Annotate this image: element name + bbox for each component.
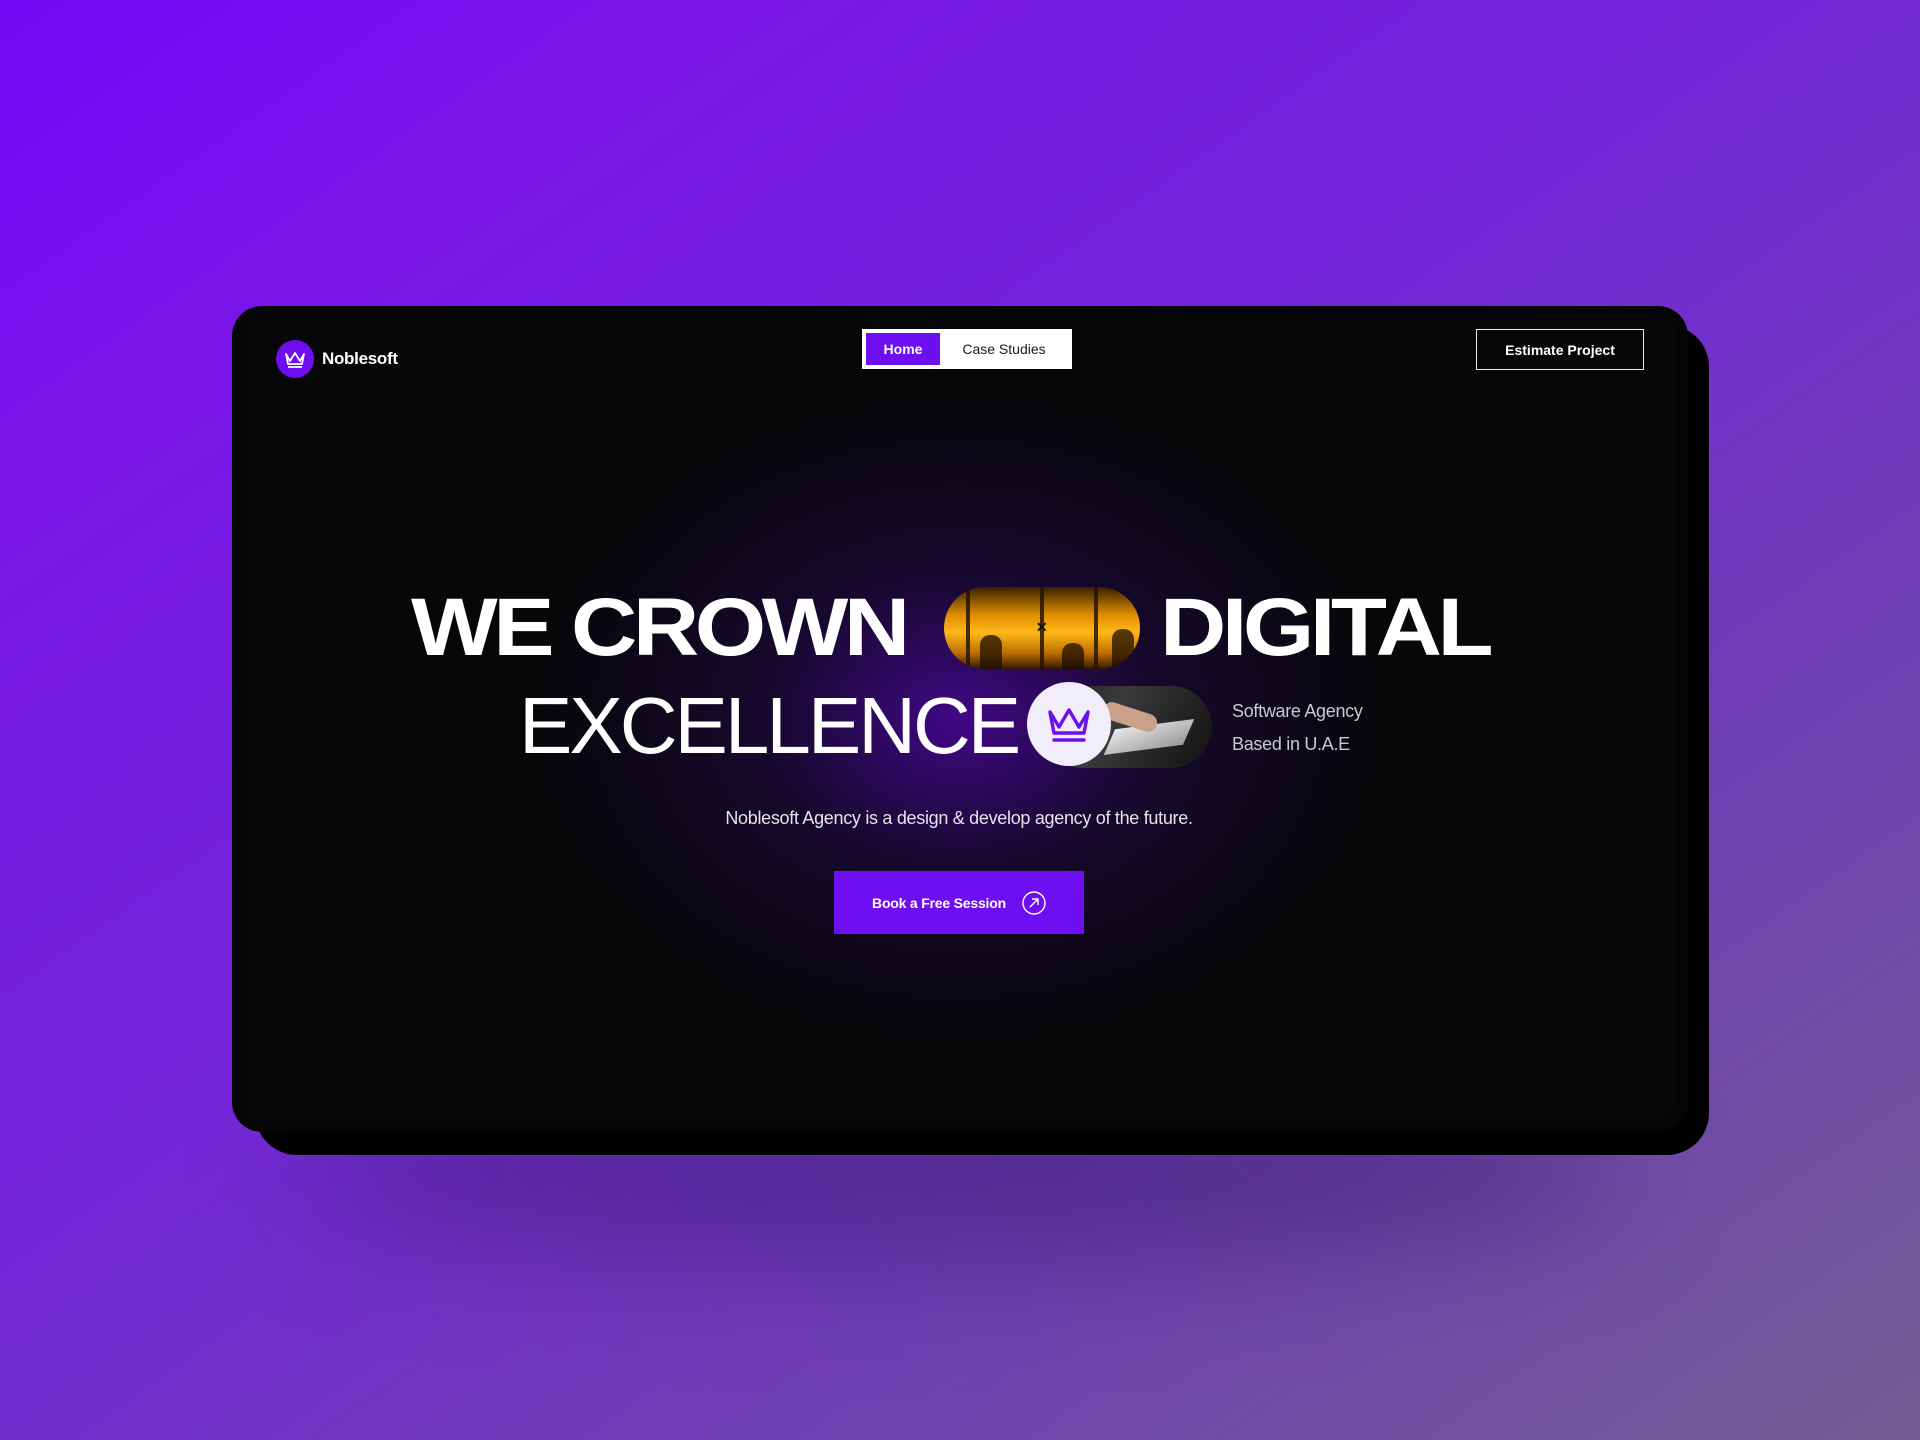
- nav-item-home[interactable]: Home: [866, 333, 940, 365]
- headline-line-1: WE CROWN ✕ DIGITAL: [242, 583, 1676, 673]
- nav-item-case-studies[interactable]: Case Studies: [940, 333, 1068, 365]
- main-nav: Home Case Studies: [862, 329, 1072, 369]
- cta-label: Book a Free Session: [872, 894, 1006, 911]
- headline-word-digital: DIGITAL: [1159, 582, 1494, 673]
- tagline-line-1: Software Agency: [1232, 701, 1363, 721]
- headline-line-2: EXCELLENCE Software Agency Based in U.A.…: [242, 681, 1676, 771]
- office-photo-pill: ✕: [943, 587, 1140, 669]
- headline-word-we-crown: WE CROWN: [411, 582, 910, 673]
- brand-name: Noblesoft: [322, 349, 398, 368]
- book-free-session-button[interactable]: Book a Free Session: [834, 871, 1084, 934]
- crown-icon: [276, 340, 314, 378]
- headline-word-excellence: EXCELLENCE: [519, 681, 1021, 770]
- brand-logo[interactable]: Noblesoft: [276, 340, 398, 378]
- hero-subtext: Noblesoft Agency is a design & develop a…: [725, 808, 1193, 828]
- arrow-up-right-circle-icon: [1022, 890, 1046, 915]
- estimate-project-button[interactable]: Estimate Project: [1476, 329, 1644, 370]
- website-screen: Noblesoft Home Case Studies Estimate Pro…: [242, 316, 1676, 1122]
- tagline-line-2: Based in U.A.E: [1232, 734, 1350, 754]
- agency-tagline: Software Agency Based in U.A.E: [1232, 695, 1363, 761]
- crown-icon: [1027, 682, 1111, 766]
- device-frame: Noblesoft Home Case Studies Estimate Pro…: [232, 306, 1688, 1132]
- page: { "brand": { "name": "Noblesoft", "accen…: [0, 0, 1920, 1440]
